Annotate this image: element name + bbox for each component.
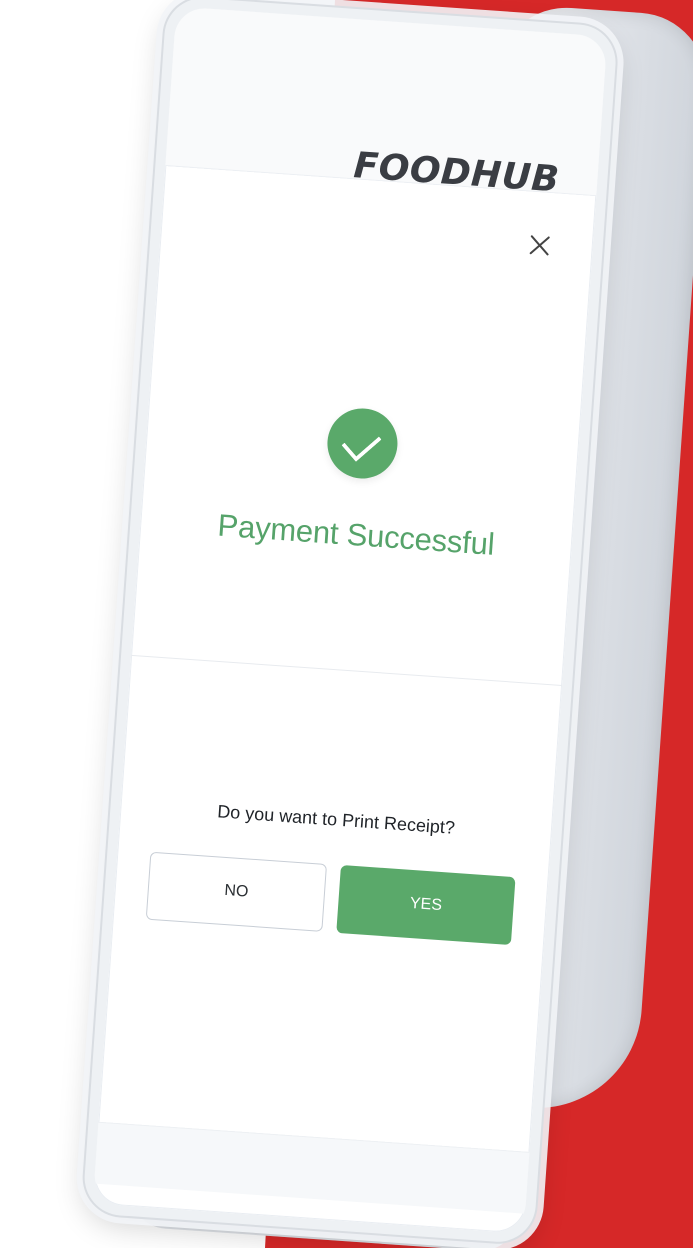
- content-divider: [131, 654, 563, 686]
- checkmark-icon: [325, 406, 400, 481]
- yes-button[interactable]: YES: [336, 865, 516, 946]
- marketing-screenshot: e. FOODHUB Payment Successful Do you wan…: [0, 0, 693, 1248]
- screen-bottom-bar: [94, 1121, 530, 1214]
- no-button-label: NO: [223, 881, 249, 901]
- print-receipt-question: Do you want to Print Receipt?: [216, 801, 456, 838]
- payment-status-title: Payment Successful: [216, 507, 496, 562]
- terminal-screen-frame: FOODHUB Payment Successful Do you want t…: [82, 0, 619, 1245]
- no-button[interactable]: NO: [145, 851, 328, 932]
- payment-terminal-device: FOODHUB Payment Successful Do you want t…: [55, 0, 693, 1248]
- receipt-options: NO YES: [145, 851, 516, 946]
- close-icon[interactable]: [526, 231, 554, 259]
- yes-button-label: YES: [409, 894, 443, 915]
- terminal-screen: FOODHUB Payment Successful Do you want t…: [92, 6, 608, 1234]
- screen-header: FOODHUB: [165, 6, 608, 201]
- foodhub-logo: FOODHUB: [352, 145, 561, 201]
